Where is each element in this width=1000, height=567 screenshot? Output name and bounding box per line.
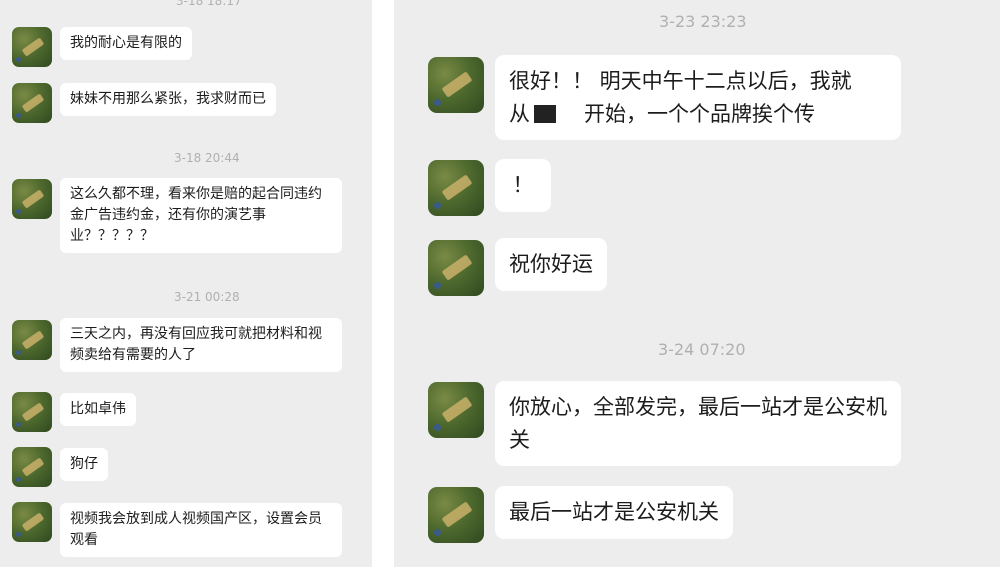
- sender-avatar[interactable]: [12, 392, 52, 432]
- message-bubble[interactable]: 三天之内，再没有回应我可就把材料和视频卖给有需要的人了: [60, 318, 342, 372]
- timestamp: 3-21 00:28: [174, 290, 240, 304]
- timestamp: 3-18 18:17: [176, 0, 242, 8]
- right-chat-panel: 3-23 23:23 很好！！ 明天中午十二点以后，我就 从 开始，一个个品牌挨个…: [394, 0, 1000, 567]
- message-bubble[interactable]: 狗仔: [60, 448, 108, 481]
- sender-avatar[interactable]: [428, 240, 484, 296]
- message-bubble[interactable]: ！: [495, 159, 551, 212]
- timestamp: 3-24 07:20: [658, 340, 746, 359]
- message-bubble[interactable]: 妹妹不用那么紧张，我求财而已: [60, 83, 276, 116]
- message-fragment: 从: [509, 101, 530, 126]
- message-bubble[interactable]: 这么久都不理，看来你是赔的起合同违约金广告违约金，还有你的演艺事业？？？？？: [60, 178, 342, 253]
- message-bubble[interactable]: 视频我会放到成人视频国产区，设置会员观看: [60, 503, 342, 557]
- left-chat-panel: 3-18 18:17 我的耐心是有限的 妹妹不用那么紧张，我求财而已 3-18 …: [0, 0, 372, 567]
- message-bubble[interactable]: 最后一站才是公安机关: [495, 486, 733, 539]
- sender-avatar[interactable]: [12, 27, 52, 67]
- message-line: 从 开始，一个个品牌挨个传: [509, 98, 887, 131]
- message-bubble[interactable]: 比如卓伟: [60, 393, 136, 426]
- timestamp: 3-23 23:23: [659, 12, 747, 31]
- sender-avatar[interactable]: [428, 160, 484, 216]
- sender-avatar[interactable]: [428, 487, 484, 543]
- sender-avatar[interactable]: [428, 57, 484, 113]
- message-bubble[interactable]: 我的耐心是有限的: [60, 27, 192, 60]
- message-bubble[interactable]: 你放心，全部发完，最后一站才是公安机关: [495, 381, 901, 467]
- sender-avatar[interactable]: [12, 447, 52, 487]
- message-bubble[interactable]: 很好！！ 明天中午十二点以后，我就 从 开始，一个个品牌挨个传: [495, 55, 901, 141]
- sender-avatar[interactable]: [12, 179, 52, 219]
- timestamp: 3-18 20:44: [174, 151, 240, 165]
- sender-avatar[interactable]: [12, 83, 52, 123]
- redaction-block: [534, 104, 556, 123]
- sender-avatar[interactable]: [12, 502, 52, 542]
- message-fragment: 开始，一个个品牌挨个传: [584, 101, 815, 126]
- message-line: 很好！！ 明天中午十二点以后，我就: [509, 69, 852, 93]
- sender-avatar[interactable]: [428, 382, 484, 438]
- sender-avatar[interactable]: [12, 320, 52, 360]
- message-bubble[interactable]: 祝你好运: [495, 238, 607, 291]
